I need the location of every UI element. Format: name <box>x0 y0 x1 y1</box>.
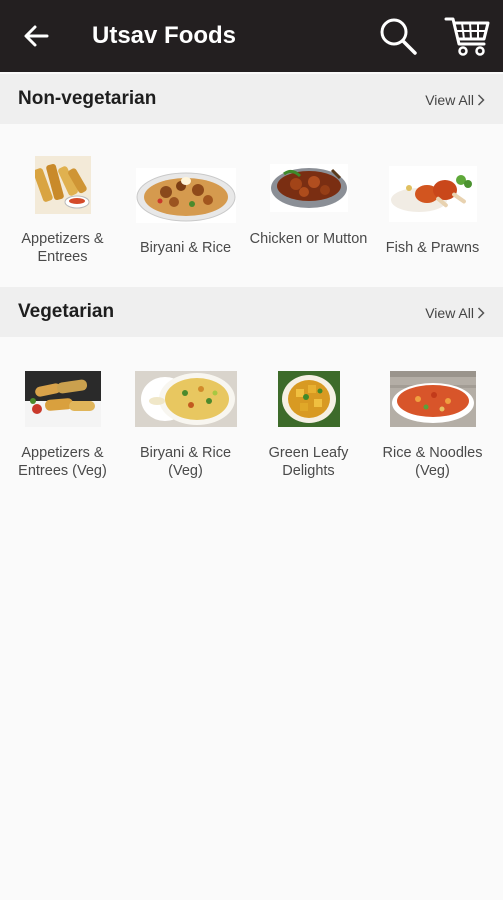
app-title: Utsav Foods <box>92 22 237 49</box>
section-header-vegetarian: Vegetarian View All <box>0 287 503 337</box>
back-button[interactable] <box>20 20 52 52</box>
search-icon <box>380 18 417 55</box>
veg-biryani-image <box>134 371 237 427</box>
fish-prawns-image <box>388 166 477 222</box>
appetizers-image <box>34 156 91 214</box>
category-label: Biryani & Rice <box>139 240 232 256</box>
view-all-link[interactable]: View All <box>425 90 485 110</box>
section-title: Vegetarian <box>18 301 115 322</box>
category-item-rice-noodles[interactable]: Rice & Noodles (Veg) <box>370 364 495 494</box>
chicken-curry-image <box>269 164 348 212</box>
category-label: Appetizers & Entrees <box>21 231 104 265</box>
cart-icon <box>444 17 490 56</box>
view-all-label: View All <box>425 92 474 108</box>
section-title: Non-vegetarian <box>18 88 157 109</box>
category-item-veg-biryani[interactable]: Biryani & Rice (Veg) <box>123 364 248 494</box>
category-label: Biryani & Rice (Veg) <box>139 445 232 479</box>
category-label: Chicken or Mutton <box>249 231 368 247</box>
cart-button[interactable] <box>444 14 490 58</box>
chevron-right-icon <box>477 94 485 106</box>
green-leafy-image <box>277 371 340 427</box>
category-item-fish-prawns[interactable]: Fish & Prawns <box>370 150 495 280</box>
category-item-biryani[interactable]: Biryani & Rice <box>123 150 248 280</box>
biryani-image <box>135 168 236 223</box>
category-item-chicken-mutton[interactable]: Chicken or Mutton <box>246 150 371 280</box>
search-button[interactable] <box>378 16 418 56</box>
arrow-left-icon <box>24 25 49 47</box>
section-header-non-vegetarian: Non-vegetarian View All <box>0 74 503 124</box>
category-label: Rice & Noodles (Veg) <box>382 445 483 479</box>
category-label: Fish & Prawns <box>385 240 480 256</box>
app-bar: Utsav Foods <box>0 0 503 72</box>
chevron-right-icon <box>477 307 485 319</box>
veg-appetizers-image <box>24 371 101 427</box>
rice-noodles-image <box>389 371 476 427</box>
category-item-appetizers[interactable]: Appetizers & Entrees <box>0 150 125 280</box>
category-label: Appetizers & Entrees (Veg) <box>18 445 107 479</box>
view-all-link[interactable]: View All <box>425 303 485 323</box>
category-item-green-leafy[interactable]: Green Leafy Delights <box>246 364 371 494</box>
category-label: Green Leafy Delights <box>268 445 349 479</box>
view-all-label: View All <box>425 305 474 321</box>
category-item-veg-appetizers[interactable]: Appetizers & Entrees (Veg) <box>0 364 125 494</box>
